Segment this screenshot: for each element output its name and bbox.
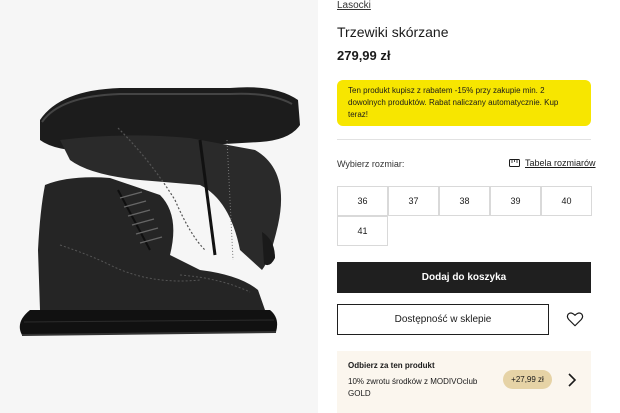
promo-banner: Ten produkt kupisz z rabatem -15% przy z… — [337, 80, 591, 126]
size-label: Wybierz rozmiar: — [337, 159, 405, 169]
store-availability-button[interactable]: Dostępność w sklepie — [337, 304, 549, 335]
product-image[interactable] — [0, 0, 318, 413]
club-badge: +27,99 zł — [503, 370, 552, 389]
chevron-right-icon[interactable] — [566, 372, 578, 388]
heart-icon[interactable] — [566, 310, 584, 328]
product-price: 279,99 zł — [337, 48, 391, 63]
size-option[interactable]: 39 — [490, 186, 541, 216]
boots-illustration — [19, 87, 300, 336]
promo-text: Ten produkt kupisz z rabatem -15% przy z… — [348, 86, 559, 119]
size-chart-link[interactable]: Tabela rozmiarów — [509, 158, 596, 168]
product-title: Trzewiki skórzane — [337, 24, 449, 40]
add-to-cart-button[interactable]: Dodaj do koszyka — [337, 262, 591, 293]
club-title: Odbierz za ten produkt — [348, 361, 435, 370]
brand-link[interactable]: Lasocki — [337, 0, 371, 11]
ruler-icon — [509, 159, 520, 167]
club-description: 10% zwrotu środków z MODIVOclub GOLD — [348, 377, 478, 398]
size-option[interactable]: 41 — [337, 216, 388, 246]
size-option[interactable]: 40 — [541, 186, 592, 216]
size-option[interactable]: 36 — [337, 186, 388, 216]
size-chart-label: Tabela rozmiarów — [525, 158, 596, 168]
size-option[interactable]: 38 — [439, 186, 490, 216]
club-cashback-box[interactable]: Odbierz za ten produkt 10% zwrotu środkó… — [337, 351, 591, 413]
size-option[interactable]: 37 — [388, 186, 439, 216]
divider — [337, 139, 591, 140]
